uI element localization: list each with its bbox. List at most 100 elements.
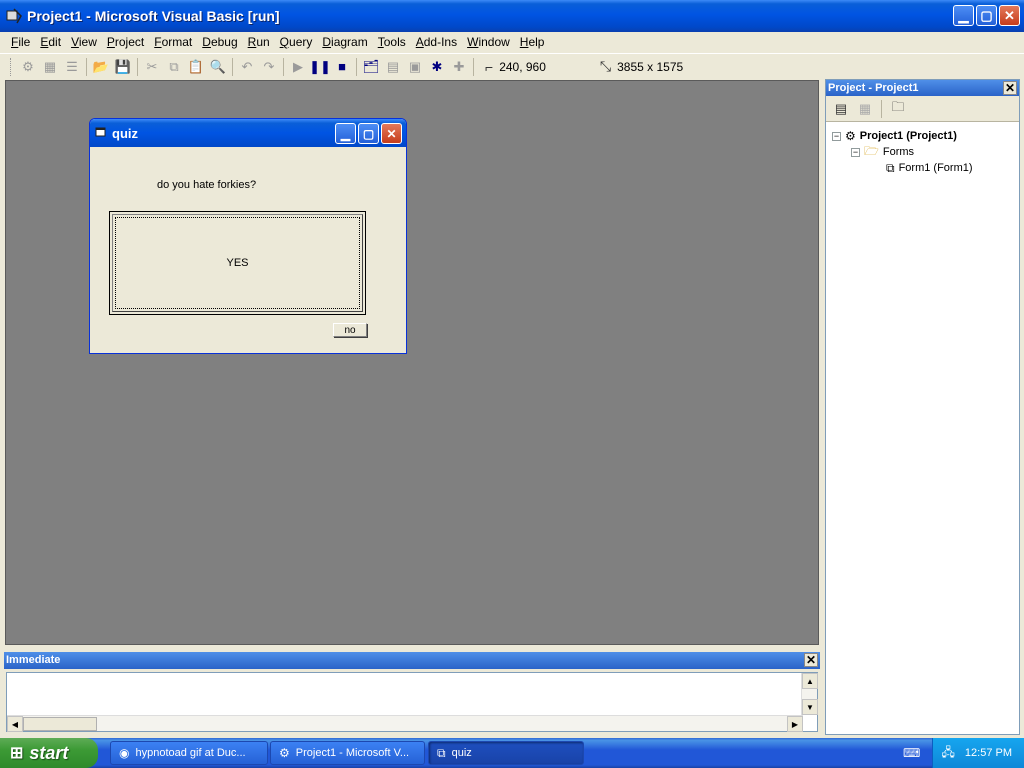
scroll-left-icon[interactable]: ◀ [7,716,23,732]
toolbar-separator [473,57,474,76]
no-label: no [344,324,356,336]
tree-item-forms[interactable]: − 🗁 Forms [826,144,1019,160]
vb-app-icon[interactable] [5,7,23,25]
task-button-vb[interactable]: ⚙ Project1 - Microsoft V... [270,741,425,765]
size-readout: ⤡ 3855 x 1575 [600,58,683,75]
properties-window-icon[interactable]: ▤ [382,56,404,78]
tree-item-project[interactable]: − ⚙ Project1 (Project1) [826,128,1019,144]
scroll-thumb[interactable] [23,717,97,731]
add-form-icon[interactable]: ▦ [39,56,61,78]
menu-query[interactable]: Query [275,32,318,52]
network-icon[interactable]: 🖧 [942,743,955,764]
toolbar-separator [137,57,138,76]
minimize-icon: ▁ [340,126,351,141]
tree-item-forms-label: Forms [882,146,915,158]
save-project-icon[interactable]: 💾 [112,56,134,78]
task-button-browser[interactable]: ◉ hypnotoad gif at Duc... [110,741,268,765]
vb-app-icon: ⚙ [279,746,290,760]
no-button[interactable]: no [333,323,367,337]
project-close-button[interactable]: ✕ [1003,81,1017,95]
menu-help[interactable]: Help [515,32,550,52]
window-title: Project1 - Microsoft Visual Basic [run] [27,8,280,24]
menu-format[interactable]: Format [149,32,197,52]
immediate-close-button[interactable]: ✕ [804,653,818,667]
menu-add-ins[interactable]: Add-Ins [411,32,462,52]
yes-label: YES [226,257,249,269]
tree-item-form1[interactable]: ⧉ Form1 (Form1) [826,160,1019,176]
maximize-icon: ▢ [362,126,375,141]
toolbar-separator [356,57,357,76]
scroll-up-icon[interactable]: ▲ [802,673,818,689]
close-icon: ✕ [1004,7,1015,23]
menu-view[interactable]: View [66,32,102,52]
scroll-right-icon[interactable]: ▶ [787,716,803,732]
menu-project[interactable]: Project [102,32,149,52]
maximize-button[interactable]: ▢ [976,5,997,26]
toggle-folders-icon[interactable]: 🗀 [887,99,909,119]
menu-run[interactable]: Run [243,32,275,52]
tree-item-form1-label: Form1 (Form1) [898,162,973,174]
collapse-icon[interactable]: − [851,147,860,157]
browser-icon: ◉ [119,746,130,760]
vertical-scrollbar[interactable]: ▲ ▼ [801,673,818,715]
position-readout: ⌐ 240, 960 [485,59,546,75]
immediate-input[interactable]: ▲ ▼ ◀ ▶ [6,672,818,732]
menu-editor-icon[interactable]: ☰ [61,56,83,78]
paste-icon[interactable]: 📋 [185,56,207,78]
task-button-quiz[interactable]: ⧉ quiz [428,741,584,765]
find-icon[interactable]: 🔍 [207,56,229,78]
task-label: hypnotoad gif at Duc... [135,747,246,759]
collapse-icon[interactable]: − [832,131,841,141]
open-project-icon[interactable]: 📂 [90,56,112,78]
cut-icon[interactable]: ✂ [141,56,163,78]
menu-tools[interactable]: Tools [373,32,411,52]
immediate-window: Immediate ✕ ▲ ▼ ◀ ▶ [4,652,820,734]
tree-item-project-label: Project1 (Project1) [859,130,957,142]
menu-edit[interactable]: Edit [35,32,66,52]
horizontal-scrollbar[interactable]: ◀ ▶ [7,715,803,732]
task-label: quiz [451,747,472,759]
project-toolbar: ▤ ▦ 🗀 [826,96,1019,122]
close-button[interactable]: ✕ [999,5,1020,26]
add-project-icon[interactable]: ⚙ [17,56,39,78]
start-icon[interactable]: ▶ [287,56,309,78]
clock[interactable]: 12:57 PM [965,747,1012,759]
toolbar-grip[interactable] [10,57,13,76]
view-code-icon[interactable]: ▤ [830,99,852,119]
redo-icon[interactable]: ↷ [258,56,280,78]
taskbar: ⊞ start ◉ hypnotoad gif at Duc... ⚙ Proj… [0,738,1024,768]
quiz-window[interactable]: quiz ▁ ▢ ✕ do you hate forkies? YES no [89,118,407,354]
start-button[interactable]: ⊞ start [0,738,98,768]
break-icon[interactable]: ❚❚ [309,56,331,78]
quiz-maximize-button[interactable]: ▢ [358,123,379,144]
menu-debug[interactable]: Debug [197,32,242,52]
project-explorer: Project - Project1 ✕ ▤ ▦ 🗀 − ⚙ Project1 … [825,79,1020,735]
end-icon[interactable]: ■ [331,56,353,78]
toolbox-icon[interactable]: ✚ [448,56,470,78]
view-object-icon[interactable]: ▦ [854,99,876,119]
quiz-title: quiz [112,125,138,141]
copy-icon[interactable]: ⧉ [163,56,185,78]
form-icon: ⧉ [886,160,895,175]
title-bar[interactable]: Project1 - Microsoft Visual Basic [run] … [0,0,1024,32]
question-label: do you hate forkies? [157,179,257,191]
toolbar-separator [232,57,233,76]
scroll-down-icon[interactable]: ▼ [802,699,818,715]
project-tree: − ⚙ Project1 (Project1) − 🗁 Forms ⧉ Form… [826,122,1019,176]
close-icon: ✕ [386,126,397,141]
form-icon[interactable] [95,126,107,141]
minimize-button[interactable]: ▁ [953,5,974,26]
menu-file[interactable]: File [6,32,35,52]
toolbar-separator [881,99,882,118]
object-browser-icon[interactable]: ✱ [426,56,448,78]
keyboard-icon[interactable]: ⌨ [903,746,920,760]
menu-diagram[interactable]: Diagram [317,32,372,52]
quiz-title-bar[interactable]: quiz ▁ ▢ ✕ [90,119,406,147]
quiz-minimize-button[interactable]: ▁ [335,123,356,144]
project-explorer-icon[interactable]: 🗂 [360,56,382,78]
quiz-close-button[interactable]: ✕ [381,123,402,144]
menu-window[interactable]: Window [462,32,515,52]
yes-button[interactable]: YES [109,211,366,315]
undo-icon[interactable]: ↶ [236,56,258,78]
form-layout-icon[interactable]: ▣ [404,56,426,78]
